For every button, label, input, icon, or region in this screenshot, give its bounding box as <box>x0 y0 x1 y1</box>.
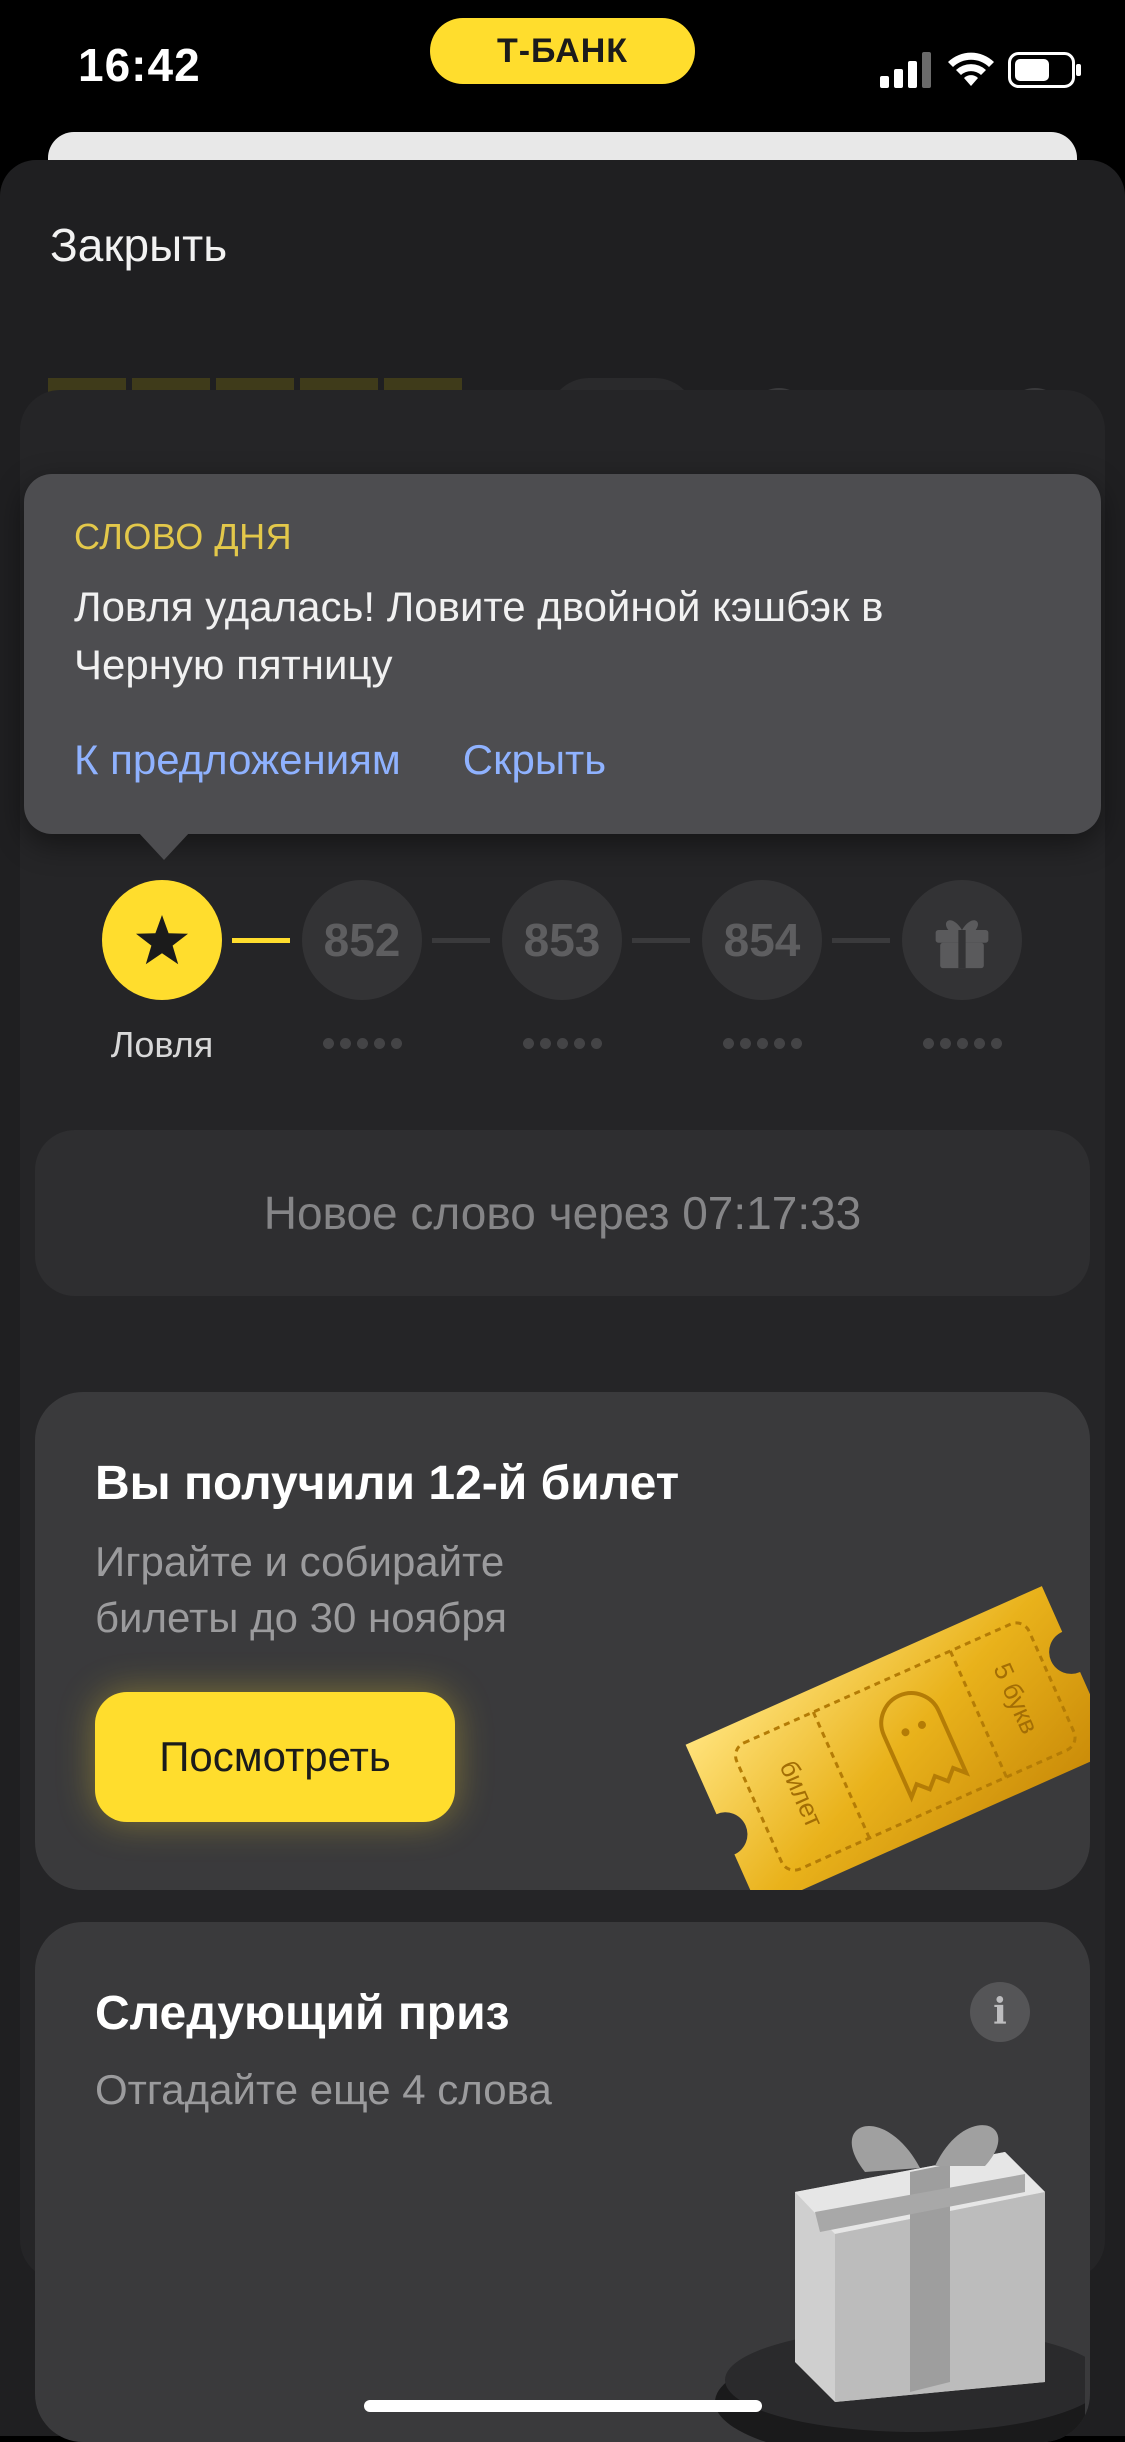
hide-link[interactable]: Скрыть <box>463 736 606 784</box>
word-dots <box>702 1038 822 1049</box>
popup-message: Ловля удалась! Ловите двойной кэшбэк в Ч… <box>74 583 884 688</box>
status-time: 16:42 <box>78 39 201 91</box>
progress-node-current[interactable] <box>102 880 222 1000</box>
word-dots <box>302 1038 422 1049</box>
progress-connector <box>432 938 490 943</box>
progress-node-852[interactable]: 852 <box>302 880 422 1000</box>
popup-kicker: СЛОВО ДНЯ <box>74 516 293 557</box>
progress-node-gift[interactable] <box>902 880 1022 1000</box>
word-dots <box>902 1038 1022 1049</box>
gift-icon <box>935 920 989 969</box>
offers-link[interactable]: К предложениям <box>74 736 401 784</box>
ticket-card[interactable]: Вы получили 12-й билет Играйте и собирай… <box>35 1392 1090 1890</box>
progress-node-853[interactable]: 853 <box>502 880 622 1000</box>
info-icon[interactable]: i <box>970 1982 1030 2042</box>
progress-connector <box>832 938 890 943</box>
battery-icon <box>1008 52 1081 88</box>
popup-tail <box>138 832 190 860</box>
gift-box-image <box>715 2125 1085 2442</box>
golden-ticket-image: билет 5 букв <box>685 1586 1090 1890</box>
prize-card-title: Следующий приз <box>95 1987 510 2040</box>
progress-connector <box>232 938 290 943</box>
view-tickets-button[interactable]: Посмотреть <box>95 1692 455 1822</box>
signal-icon <box>880 52 931 88</box>
word-dots <box>502 1038 622 1049</box>
wifi-icon <box>948 52 994 86</box>
bank-badge[interactable]: Т-БАНК <box>430 18 695 84</box>
popup-actions: К предложениям Скрыть <box>74 736 606 784</box>
next-word-timer: Новое слово через 07:17:33 <box>35 1130 1090 1296</box>
close-button[interactable]: Закрыть <box>50 218 227 272</box>
home-indicator[interactable] <box>364 2400 762 2412</box>
next-prize-card[interactable]: Следующий приз Отгадайте еще 4 слова i <box>35 1922 1090 2442</box>
progress-label-current: Ловля <box>110 1024 214 1065</box>
progress-node-854[interactable]: 854 <box>702 880 822 1000</box>
ticket-card-subtitle: Играйте и собирайте билеты до 30 ноября <box>95 1538 507 1641</box>
progress-connector <box>632 938 690 943</box>
ticket-card-title: Вы получили 12-й билет <box>95 1457 680 1510</box>
prize-card-subtitle: Отгадайте еще 4 слова <box>95 2066 552 2113</box>
word-of-day-popup: СЛОВО ДНЯ Ловля удалась! Ловите двойной … <box>24 474 1101 834</box>
status-bar: 16:42 Т-БАНК <box>0 0 1125 150</box>
star-icon <box>136 915 188 965</box>
